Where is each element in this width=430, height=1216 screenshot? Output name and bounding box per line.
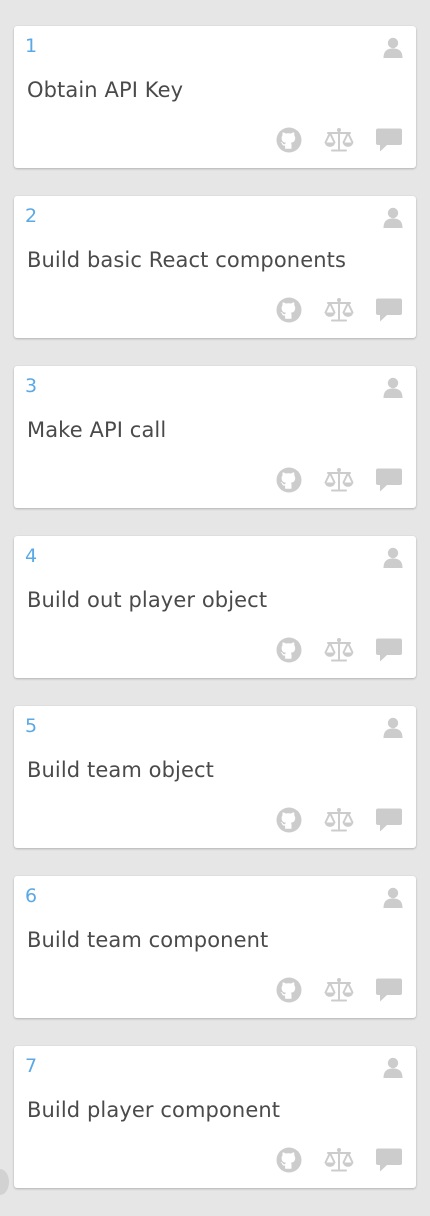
card-number: 2 — [25, 205, 38, 227]
comment-icon[interactable] — [374, 806, 404, 834]
github-icon[interactable] — [274, 126, 304, 154]
github-icon[interactable] — [274, 1146, 304, 1174]
card-number: 3 — [25, 375, 38, 397]
user-icon[interactable] — [382, 546, 404, 568]
user-icon[interactable] — [382, 716, 404, 738]
task-card[interactable]: 3 Make API call — [14, 366, 416, 508]
card-actions — [274, 976, 404, 1004]
github-icon[interactable] — [274, 636, 304, 664]
card-actions — [274, 1146, 404, 1174]
user-icon[interactable] — [382, 1056, 404, 1078]
scale-icon[interactable] — [324, 466, 354, 494]
card-actions — [274, 466, 404, 494]
task-card[interactable]: 1 Obtain API Key — [14, 26, 416, 168]
scale-icon[interactable] — [324, 296, 354, 324]
scale-icon[interactable] — [324, 636, 354, 664]
comment-icon[interactable] — [374, 636, 404, 664]
task-card[interactable]: 2 Build basic React components — [14, 196, 416, 338]
card-title: Obtain API Key — [27, 78, 184, 102]
task-card[interactable]: 6 Build team component — [14, 876, 416, 1018]
github-icon[interactable] — [274, 806, 304, 834]
card-number: 6 — [25, 885, 38, 907]
task-card[interactable]: 4 Build out player object — [14, 536, 416, 678]
card-actions — [274, 126, 404, 154]
card-title: Build team object — [27, 758, 214, 782]
task-card[interactable]: 5 Build team object — [14, 706, 416, 848]
comment-icon[interactable] — [374, 126, 404, 154]
card-number: 1 — [25, 35, 38, 57]
user-icon[interactable] — [382, 36, 404, 58]
card-title: Build team component — [27, 928, 269, 952]
card-number: 5 — [25, 715, 38, 737]
comment-icon[interactable] — [374, 466, 404, 494]
github-icon[interactable] — [274, 296, 304, 324]
scale-icon[interactable] — [324, 126, 354, 154]
github-icon[interactable] — [274, 466, 304, 494]
comment-icon[interactable] — [374, 976, 404, 1004]
card-number: 4 — [25, 545, 38, 567]
card-title: Build basic React components — [27, 248, 347, 272]
card-actions — [274, 806, 404, 834]
user-icon[interactable] — [382, 886, 404, 908]
card-number: 7 — [25, 1055, 38, 1077]
card-title: Build player component — [27, 1098, 281, 1122]
scroll-handle[interactable] — [0, 1169, 9, 1195]
user-icon[interactable] — [382, 376, 404, 398]
card-actions — [274, 636, 404, 664]
task-card[interactable]: 7 Build player component — [14, 1046, 416, 1188]
user-icon[interactable] — [382, 206, 404, 228]
github-icon[interactable] — [274, 976, 304, 1004]
scale-icon[interactable] — [324, 976, 354, 1004]
card-title: Build out player object — [27, 588, 268, 612]
card-title: Make API call — [27, 418, 167, 442]
comment-icon[interactable] — [374, 1146, 404, 1174]
card-actions — [274, 296, 404, 324]
scale-icon[interactable] — [324, 1146, 354, 1174]
card-list: 1 Obtain API Key 2 Build basic React com… — [14, 26, 416, 1216]
comment-icon[interactable] — [374, 296, 404, 324]
scale-icon[interactable] — [324, 806, 354, 834]
